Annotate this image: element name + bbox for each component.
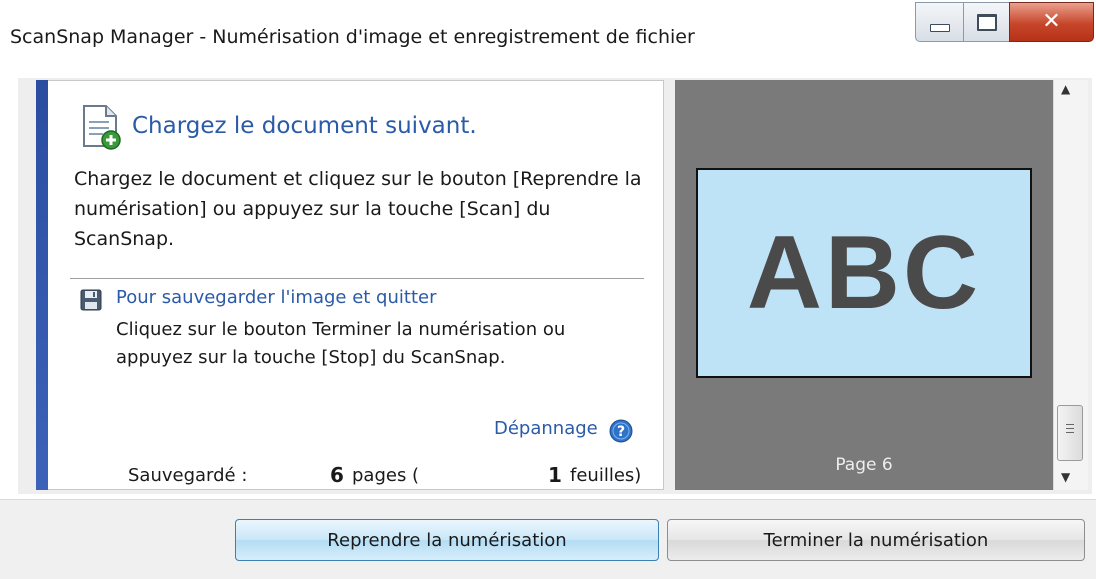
minimize-button[interactable]	[915, 2, 964, 42]
saved-sheets-count: 1	[548, 463, 562, 487]
scroll-up-arrow-icon[interactable]: ▲	[1061, 82, 1070, 96]
maximize-icon	[976, 13, 997, 31]
scansnap-window: ScanSnap Manager - Numérisation d'image …	[0, 0, 1096, 579]
floppy-disk-icon	[80, 289, 102, 311]
panel-heading: Chargez le document suivant.	[132, 113, 477, 139]
help-icon[interactable]: ?	[609, 419, 633, 443]
saved-pages-count: 6	[330, 463, 344, 487]
scrollbar-grip-icon	[1066, 424, 1074, 436]
accent-bar	[36, 80, 48, 490]
instruction-text: Chargez le document et cliquez sur le bo…	[74, 168, 642, 250]
thumbnail-content: ABC	[746, 214, 982, 331]
save-and-quit-detail: Cliquez sur le bouton Terminer la numéri…	[116, 319, 566, 368]
finish-scan-button[interactable]: Terminer la numérisation	[667, 519, 1085, 561]
svg-text:?: ?	[617, 424, 625, 440]
document-add-icon	[83, 105, 121, 150]
saved-sheets-text: feuilles)	[570, 465, 642, 486]
page-caption: Page 6	[835, 455, 893, 475]
saved-pages-text: pages (	[352, 465, 420, 486]
maximize-button[interactable]	[963, 2, 1010, 42]
scanned-page-thumbnail[interactable]: ABC	[696, 168, 1032, 378]
window-title: ScanSnap Manager - Numérisation d'image …	[10, 26, 695, 48]
save-and-quit-link[interactable]: Pour sauvegarder l'image et quitter	[116, 287, 436, 308]
saved-label: Sauvegardé :	[128, 465, 248, 486]
title-bar: ScanSnap Manager - Numérisation d'image …	[0, 0, 1096, 78]
section-divider	[70, 278, 644, 279]
close-icon: ✕	[1042, 9, 1061, 34]
scroll-down-arrow-icon[interactable]: ▼	[1061, 470, 1070, 484]
close-button[interactable]: ✕	[1009, 2, 1094, 42]
resume-scan-button[interactable]: Reprendre la numérisation	[235, 519, 659, 561]
minimize-icon	[929, 24, 950, 32]
troubleshooting-link[interactable]: Dépannage	[494, 418, 598, 439]
